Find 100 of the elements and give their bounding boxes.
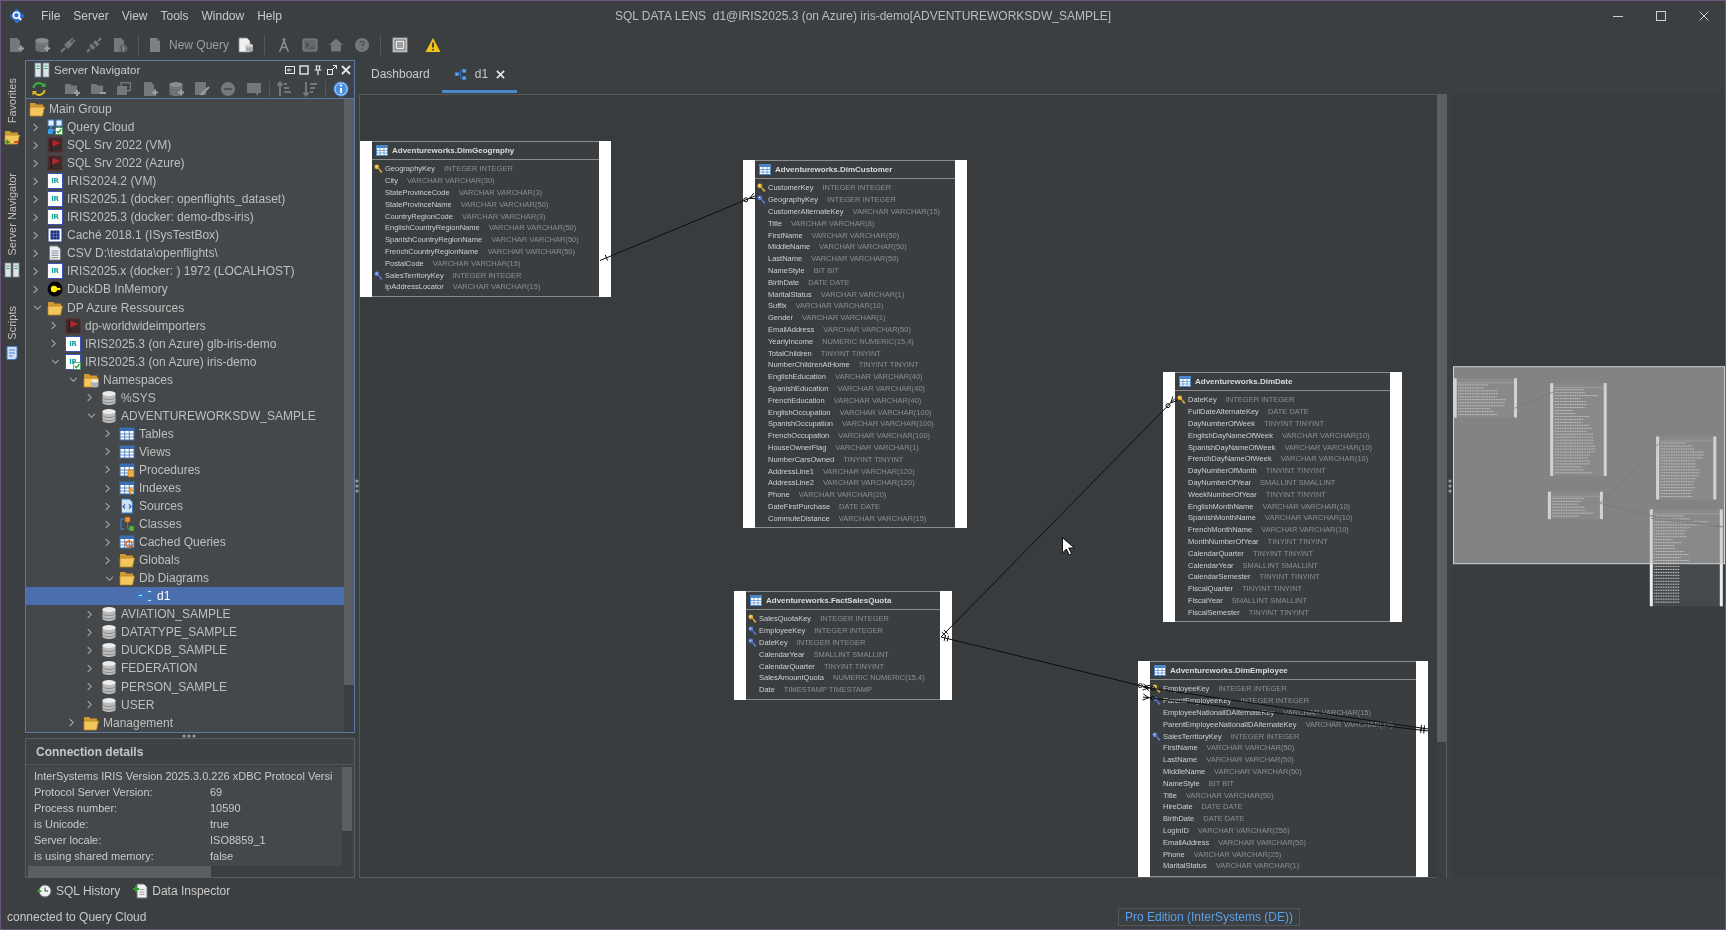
close-icon[interactable] [341, 65, 351, 75]
chevron-right-icon[interactable] [33, 285, 38, 294]
edit-icon[interactable] [193, 80, 210, 97]
copy-icon[interactable] [115, 80, 132, 97]
drag-handle-icon[interactable] [182, 733, 196, 738]
tree-item[interactable]: PERSON_SAMPLE [26, 677, 344, 696]
pin-icon[interactable] [313, 65, 323, 75]
drag-handle-icon[interactable] [355, 479, 359, 493]
minus-circle-icon[interactable] [219, 80, 236, 97]
chevron-right-icon[interactable] [87, 663, 92, 673]
tree-item[interactable]: Management [26, 713, 344, 732]
plug-icon[interactable] [86, 36, 102, 53]
minimize-icon[interactable] [1612, 15, 1623, 17]
close-icon[interactable] [1698, 11, 1709, 21]
side-tab[interactable]: Scripts [6, 305, 18, 340]
tree-item[interactable]: Views [26, 442, 344, 461]
tree-item[interactable]: DATATYPE_SAMPLE [26, 623, 344, 642]
tree-item[interactable]: DuckDB InMemory [26, 280, 344, 299]
document-info-icon[interactable] [112, 36, 128, 53]
chevron-right-icon[interactable] [87, 627, 92, 637]
tree-item[interactable]: Procedures [26, 460, 344, 479]
chevron-right-icon[interactable] [69, 718, 74, 728]
tree-item[interactable]: Sources [26, 497, 344, 516]
table-node[interactable] [734, 591, 952, 700]
list-icon[interactable] [392, 36, 409, 53]
menu-item[interactable]: Tools [160, 9, 189, 23]
chevron-right-icon[interactable] [33, 158, 38, 168]
tree-item[interactable]: CSV D:\testdata\openflights\ [26, 244, 344, 263]
tree-item[interactable]: Main Group [26, 100, 344, 119]
plug-icon[interactable] [60, 36, 76, 53]
sort-descending-icon[interactable] [302, 80, 319, 97]
chevron-right-icon[interactable] [33, 122, 38, 132]
table-node[interactable] [1138, 661, 1428, 877]
self-relationship-line[interactable] [1142, 683, 1429, 734]
chevron-right-icon[interactable] [87, 700, 92, 710]
tree-item[interactable]: Indexes [26, 479, 344, 498]
maximize-icon[interactable] [1655, 11, 1666, 21]
vertical-scrollbar[interactable] [342, 767, 352, 866]
chevron-right-icon[interactable] [33, 140, 38, 150]
info-icon[interactable] [333, 80, 349, 97]
panel-tab[interactable]: SQL History [30, 880, 127, 902]
minimap-viewport[interactable] [1453, 366, 1725, 565]
chevron-down-icon[interactable] [105, 575, 114, 581]
menu-item[interactable]: Server [73, 9, 109, 23]
help-icon[interactable] [354, 36, 371, 53]
maximize-icon[interactable] [299, 65, 309, 75]
panel-tab[interactable]: Data Inspector [126, 880, 237, 902]
relationship-line[interactable] [940, 634, 1152, 692]
menu-item[interactable]: Help [257, 9, 282, 23]
tree-item[interactable]: Classes [26, 515, 344, 534]
chevron-right-icon[interactable] [105, 501, 110, 511]
vertical-scrollbar[interactable] [344, 99, 354, 732]
vertical-scrollbar[interactable] [1437, 94, 1447, 878]
chevron-down-icon[interactable] [87, 413, 96, 419]
chevron-right-icon[interactable] [105, 519, 110, 529]
new-query-button[interactable]: New Query [145, 32, 234, 57]
document-plus-icon[interactable] [8, 36, 24, 53]
scroll-icon[interactable] [4, 345, 20, 362]
side-tab[interactable]: Server Navigator [6, 173, 18, 256]
side-tab[interactable]: Favorites [6, 78, 18, 124]
chevron-down-icon[interactable] [33, 305, 42, 311]
document-plus-icon[interactable] [141, 80, 158, 97]
refresh-icon[interactable] [31, 80, 47, 97]
tree-item[interactable]: Cached Queries [26, 533, 344, 552]
app-logo-icon[interactable] [9, 8, 25, 24]
database-plus-icon[interactable] [34, 36, 50, 53]
detach-icon[interactable] [327, 65, 337, 75]
collapse-icon[interactable] [285, 65, 295, 75]
chevron-right-icon[interactable] [105, 465, 110, 475]
chevron-right-icon[interactable] [87, 645, 92, 655]
drag-handle-icon[interactable] [1448, 479, 1452, 493]
tree-item[interactable]: SQL Srv 2022 (Azure) [26, 154, 344, 173]
tab[interactable]: Dashboard [359, 58, 442, 93]
chevron-right-icon[interactable] [87, 609, 92, 619]
tree-item[interactable]: Db Diagrams [26, 569, 344, 588]
relationship-line[interactable] [940, 395, 1178, 638]
menu-item[interactable]: File [41, 9, 61, 23]
folder-icon[interactable] [4, 129, 20, 146]
terminal-icon[interactable] [302, 36, 319, 53]
tree-item[interactable]: DP Azure Ressources [26, 298, 344, 317]
chevron-right-icon[interactable] [33, 248, 38, 258]
chevron-right-icon[interactable] [33, 266, 38, 276]
sort-ascending-icon[interactable] [276, 80, 293, 97]
chevron-right-icon[interactable] [105, 429, 110, 439]
tree-item[interactable]: USER [26, 695, 344, 714]
warning-icon[interactable] [425, 36, 442, 53]
tree-item[interactable]: ADVENTUREWORKSDW_SAMPLE [26, 406, 344, 425]
chevron-right-icon[interactable] [33, 230, 38, 240]
tree-item[interactable]: Tables [26, 424, 344, 443]
chevron-right-icon[interactable] [33, 194, 38, 204]
tree-item[interactable]: SQL Srv 2022 (VM) [26, 136, 344, 155]
tree-item[interactable]: %SYS [26, 388, 344, 407]
chevron-right-icon[interactable] [105, 483, 110, 493]
chevron-right-icon[interactable] [51, 321, 56, 331]
tree-item[interactable]: Query Cloud [26, 118, 344, 137]
tree-item[interactable]: DUCKDB_SAMPLE [26, 641, 344, 660]
tree-item[interactable]: FEDERATION [26, 659, 344, 678]
chevron-right-icon[interactable] [87, 393, 92, 403]
tree-item[interactable]: Caché 2018.1 (ISysTestBox) [26, 226, 344, 245]
server-rack-icon[interactable] [4, 261, 20, 278]
